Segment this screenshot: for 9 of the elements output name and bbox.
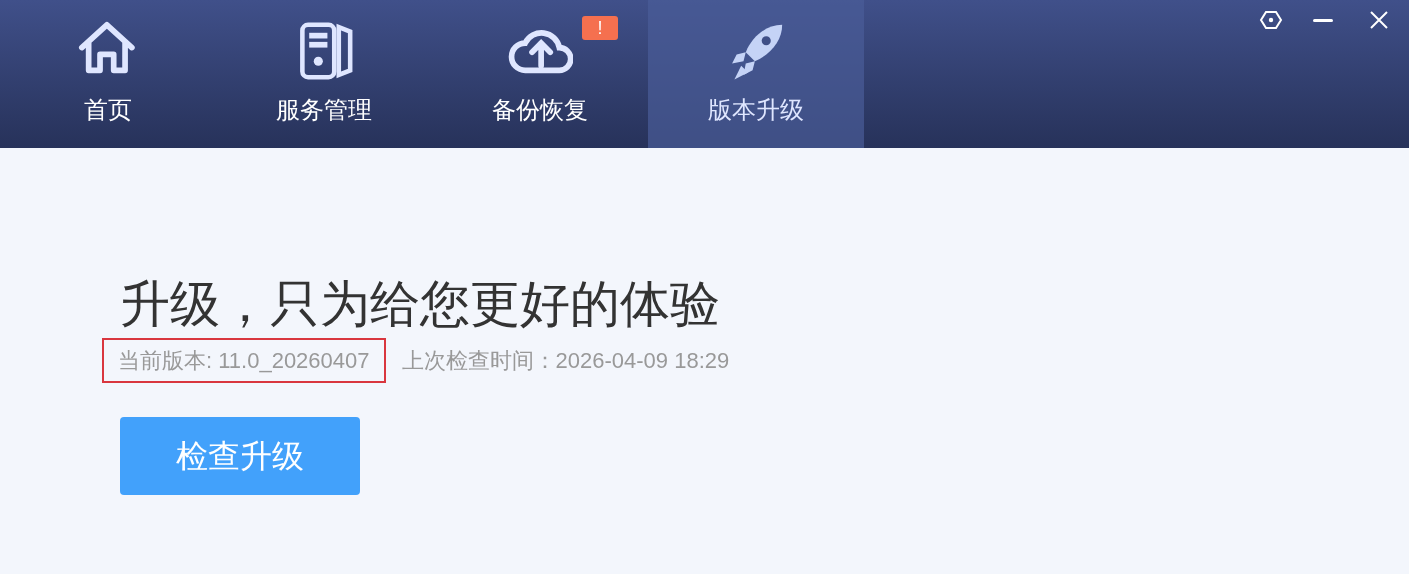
nav-tab[interactable]: 备份恢复 ! — [432, 0, 648, 148]
alert-badge: ! — [582, 16, 618, 40]
headline: 升级，只为给您更好的体验 — [120, 275, 721, 334]
settings-icon[interactable] — [1259, 8, 1283, 32]
nav-tab[interactable]: 版本升级 — [648, 0, 864, 148]
nav-tab[interactable]: 服务管理 — [216, 0, 432, 148]
last-check-time: 上次检查时间：2026-04-09 18:29 — [401, 347, 730, 375]
current-version: 当前版本: 11.0_20260407 — [104, 340, 384, 381]
nav-tab[interactable]: 首页 — [0, 0, 216, 148]
